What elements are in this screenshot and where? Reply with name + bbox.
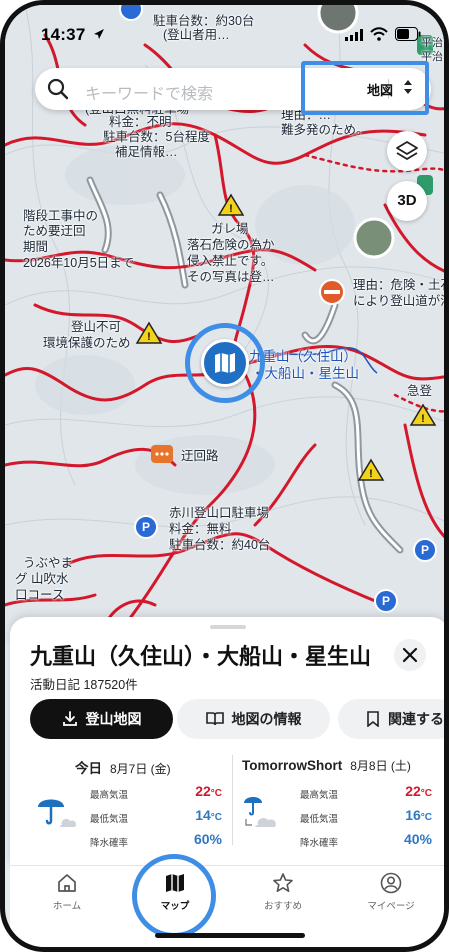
chevron-updown-icon xyxy=(404,80,412,94)
map-type-label[interactable]: 地図 xyxy=(367,80,393,99)
search-icon xyxy=(47,78,69,100)
weather-day-label: TomorrowShort xyxy=(242,758,343,773)
map-label: 階段工事中の xyxy=(23,209,99,223)
related-label: 関連する xyxy=(388,711,444,727)
svg-text:!: ! xyxy=(229,203,233,215)
3d-button[interactable]: 3D xyxy=(387,181,427,221)
layers-button[interactable] xyxy=(387,131,427,171)
wifi-icon xyxy=(370,27,388,41)
map-label: 料金：不明 xyxy=(109,115,172,129)
bottom-sheet[interactable]: 九重山（久住山）・大船山・星生山 活動日記 187520件 登山地図 地図の情報 xyxy=(10,617,444,865)
max-temp-label: 最高気温 xyxy=(90,790,129,801)
user-icon xyxy=(380,872,402,894)
tab-highlight-ring xyxy=(132,854,216,938)
weather-date: 8月8日 (土) xyxy=(350,759,411,773)
phone-frame: ! ! ! ! P P P 駐車台数：約30台 (登山者用… 料金：不明 駐車台… xyxy=(0,0,449,952)
map-label: により登山道が消 xyxy=(353,294,449,308)
map-label: 難多発のため。 xyxy=(281,123,369,137)
umbrella-to-cloud-icon xyxy=(244,797,276,827)
map-info-label: 地図の情報 xyxy=(231,711,302,727)
weather-date: 8月7日 (金) xyxy=(110,762,171,776)
map-label: 駐車台数：5台程度 xyxy=(103,130,210,144)
status-time: 14:37 xyxy=(41,25,86,44)
climb-map-button[interactable]: 登山地図 xyxy=(30,699,173,739)
map-label: グ 山吹水 xyxy=(15,572,69,586)
book-icon xyxy=(205,712,224,726)
layers-icon xyxy=(396,141,418,160)
svg-text:!: ! xyxy=(369,468,373,480)
svg-text:!: ! xyxy=(147,331,151,343)
max-temp: 22°C xyxy=(195,783,222,799)
activity-count: 活動日記 187520件 xyxy=(30,678,138,692)
mountain-label[interactable]: ・大船山・星生山 xyxy=(251,366,359,382)
mountain-label[interactable]: 九重山（久住山） xyxy=(249,349,357,365)
related-button[interactable]: 関連する xyxy=(338,699,444,739)
status-bar: 14:37 xyxy=(5,5,444,61)
map-label: 期間 xyxy=(23,240,49,254)
sheet-handle[interactable] xyxy=(210,625,246,629)
weather-day-label: 今日 xyxy=(75,761,102,776)
umbrella-cloud-icon xyxy=(38,799,77,827)
rain-chance: 40% xyxy=(403,831,432,847)
weather-day-header: TomorrowShort 8月8日 (土) xyxy=(242,757,411,774)
map-label: ため要迂回 xyxy=(23,224,86,238)
svg-text:!: ! xyxy=(421,413,425,425)
close-icon xyxy=(402,647,418,663)
map-label: 料金：無料 xyxy=(169,522,232,536)
tab-mypage[interactable]: マイページ xyxy=(346,872,436,932)
rain-chance: 60% xyxy=(193,831,222,847)
map-label: ガレ場 xyxy=(211,222,249,236)
weather-tomorrow: TomorrowShort 8月8日 (土) 最高気温 22°C 最低気温 16°… xyxy=(242,751,442,851)
rain-label: 降水確率 xyxy=(90,838,129,849)
map-label: 落石危険の為か xyxy=(187,238,275,252)
map-info-button[interactable]: 地図の情報 xyxy=(177,699,330,739)
home-icon xyxy=(58,874,76,892)
max-temp-label: 最高気温 xyxy=(300,790,339,801)
map-label: うぶやま xyxy=(23,556,74,570)
map-label: 赤川登山口駐車場 xyxy=(169,506,270,520)
divider xyxy=(232,755,233,845)
map-label: 急登 xyxy=(407,384,433,398)
map-label: 口コース xyxy=(15,588,65,602)
search-input[interactable]: キーワードで検索 xyxy=(85,80,213,104)
battery-icon xyxy=(395,27,421,41)
map-label: 補足情報… xyxy=(115,145,178,159)
close-button[interactable] xyxy=(394,639,426,671)
map-icon xyxy=(215,353,235,373)
bookmark-icon xyxy=(367,711,379,727)
map-label: 環境保護のため xyxy=(43,336,131,350)
mountain-title: 九重山（久住山）・大船山・星生山 xyxy=(30,644,372,669)
rain-label: 降水確率 xyxy=(300,838,339,849)
selected-mountain-marker[interactable] xyxy=(185,323,265,403)
star-icon xyxy=(273,873,293,892)
min-temp-label: 最低気温 xyxy=(90,814,129,825)
tab-recommend[interactable]: おすすめ xyxy=(238,872,328,932)
min-temp-label: 最低気温 xyxy=(300,814,339,825)
map-label: 2026年10月5日まで xyxy=(23,256,135,270)
home-indicator xyxy=(155,933,305,938)
download-icon xyxy=(62,711,77,726)
weather-today: 今日 8月7日 (金) 最高気温 22°C 最低気温 14°C 降水確率 60% xyxy=(30,751,230,851)
map-label: その写真は登… xyxy=(187,270,275,284)
map-label: 駐車台数：約40台 xyxy=(169,538,271,552)
weather-day-header: 今日 8月7日 (金) xyxy=(75,757,171,777)
min-temp: 16°C xyxy=(405,807,432,823)
max-temp: 22°C xyxy=(405,783,432,799)
map-label: 登山不可 xyxy=(71,320,122,334)
svg-text:P: P xyxy=(142,520,150,534)
signal-icon xyxy=(345,29,363,41)
map-label: 迂回路 xyxy=(181,449,219,463)
location-arrow-icon xyxy=(94,29,104,39)
tab-bar: ホーム マップ おすすめ マイページ xyxy=(10,865,444,947)
tab-home[interactable]: ホーム xyxy=(22,872,112,932)
map-label: 侵入禁止です。 xyxy=(187,254,274,268)
min-temp: 14°C xyxy=(195,807,222,823)
tab-label: おすすめ xyxy=(263,901,302,912)
climb-map-label: 登山地図 xyxy=(85,711,142,727)
map-label: 理由：危険・土石 xyxy=(353,278,449,292)
svg-text:P: P xyxy=(382,594,390,608)
tab-label: ホーム xyxy=(52,901,82,912)
svg-text:P: P xyxy=(421,543,429,557)
tab-label: マイページ xyxy=(367,901,415,912)
